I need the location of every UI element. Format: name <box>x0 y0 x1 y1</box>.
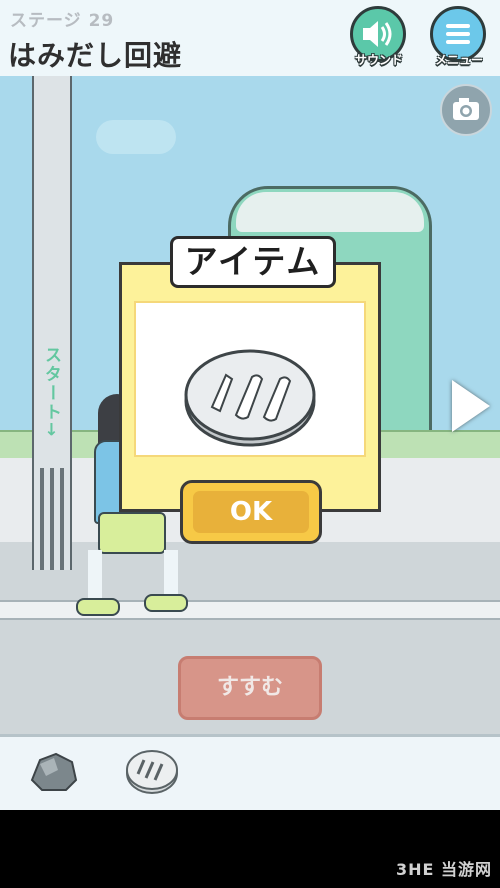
stage-title: はみだし回避 <box>8 39 183 72</box>
pole-stripes <box>32 468 72 570</box>
character-shorts <box>98 512 166 554</box>
dialog-title: アイテム <box>170 236 336 288</box>
100-yen-coin-icon <box>184 349 316 447</box>
camera-icon <box>453 98 479 120</box>
character-shoe-left <box>76 598 120 616</box>
100-yen-coin-icon[interactable] <box>124 748 180 796</box>
next-area-arrow-icon[interactable] <box>452 380 490 432</box>
game-screen: ステージ 29 はみだし回避 サウンド メニュー スタート→ すすむ アイテム … <box>0 0 500 810</box>
rock-icon[interactable] <box>28 750 78 792</box>
proceed-button[interactable]: すすむ <box>178 656 322 720</box>
phone-booth-roof <box>236 192 424 232</box>
cloud <box>96 120 176 154</box>
sound-button[interactable]: サウンド <box>346 6 412 72</box>
dialog-title-wrap: アイテム <box>170 236 336 292</box>
menu-button[interactable]: メニュー <box>426 6 492 72</box>
ok-button-label: OK <box>193 491 309 533</box>
sidewalk-curb <box>0 600 500 620</box>
camera-button[interactable] <box>440 84 492 136</box>
start-sign: スタート→ <box>41 346 61 439</box>
watermark: 3HE 当游网 <box>395 860 492 879</box>
ok-button[interactable]: OK <box>180 480 322 544</box>
stage-number: ステージ 29 <box>10 11 115 31</box>
character-shoe-right <box>144 594 188 612</box>
sound-button-label: サウンド <box>354 53 403 67</box>
footer-bar: 3HE 当游网 <box>0 810 500 888</box>
top-bar: ステージ 29 はみだし回避 サウンド メニュー <box>0 0 500 76</box>
menu-button-label: メニュー <box>434 53 483 67</box>
